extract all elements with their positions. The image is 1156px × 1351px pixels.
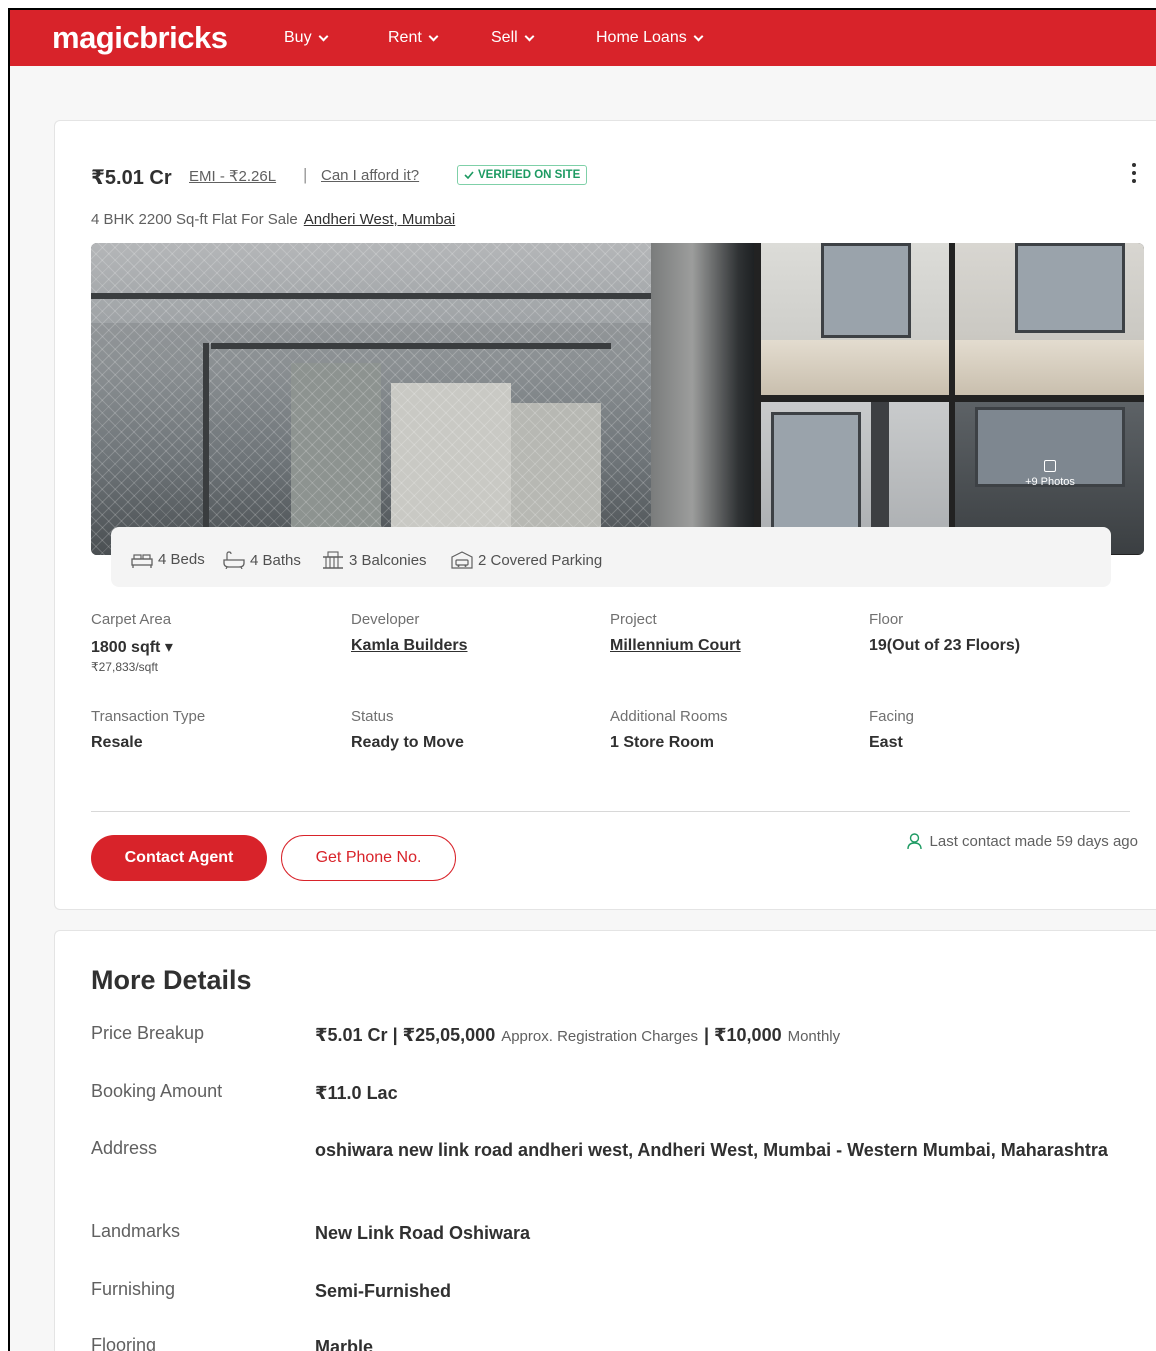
property-subtitle: 4 BHK 2200 Sq-ft Flat For Sale Andheri We… [91, 211, 456, 228]
project-link[interactable]: Millennium Court [610, 637, 741, 655]
nav-rent[interactable]: Rent [388, 29, 439, 47]
developer-label: Developer [351, 611, 420, 628]
emi-link[interactable]: EMI - ₹2.26L [189, 167, 276, 185]
more-options-icon[interactable] [1128, 163, 1140, 189]
feature-balconies: 3 Balconies [322, 551, 427, 569]
facing-label: Facing [869, 708, 915, 725]
photo-gallery: +9 Photos [91, 243, 1144, 555]
price-per-sqft: ₹27,833/sqft [91, 660, 159, 674]
divider [91, 811, 1130, 812]
photo-icon [1044, 460, 1056, 472]
features-bar: 4 Beds 4 Baths 3 Balconies 2 Covered Par… [111, 527, 1111, 587]
floor-label: Floor [869, 611, 904, 628]
nav-home-loans[interactable]: Home Loans [596, 29, 704, 47]
photo-thumbnail[interactable] [955, 243, 1144, 395]
nav-sell[interactable]: Sell [491, 29, 535, 47]
facing-value: East [869, 734, 903, 751]
carpet-area-value[interactable]: 1800 sqft ▾ [91, 637, 173, 657]
bathtub-icon [223, 551, 245, 569]
afford-link[interactable]: Can I afford it? [321, 167, 419, 184]
photo-thumbnail[interactable] [761, 243, 949, 395]
top-nav-bar: magicbricks Buy Rent Sell Home Loans [10, 10, 1156, 66]
feature-baths: 4 Baths [223, 551, 301, 569]
verified-badge: VERIFIED ON SITE [457, 165, 588, 185]
price-breakup-label: Price Breakup [91, 1023, 205, 1043]
project-label: Project [610, 611, 657, 628]
price-breakup-value: ₹5.01 Cr | ₹25,05,000 Approx. Registratio… [315, 1025, 841, 1045]
balcony-icon [323, 551, 343, 569]
location-link[interactable]: Andheri West, Mumbai [304, 211, 455, 228]
floor-value: 19(Out of 23 Floors) [869, 637, 1021, 654]
chevron-down-icon [428, 31, 439, 41]
more-details-card: More Details Price Breakup ₹5.01 Cr | ₹2… [54, 930, 1156, 1351]
car-parking-icon [451, 551, 473, 569]
photos-count: +9 Photos [1025, 476, 1075, 488]
additional-rooms-value: 1 Store Room [610, 734, 715, 751]
contact-agent-button[interactable]: Contact Agent [91, 835, 267, 881]
carpet-area-label: Carpet Area [91, 611, 172, 628]
property-card: ₹5.01 Cr EMI - ₹2.26L | Can I afford it?… [54, 120, 1156, 910]
chevron-down-icon [693, 31, 704, 41]
additional-rooms-label: Additional Rooms [610, 708, 728, 725]
status-label: Status [351, 708, 394, 725]
get-phone-button[interactable]: Get Phone No. [281, 835, 456, 881]
last-contact-info: Last contact made 59 days ago [906, 833, 1138, 850]
separator: | [303, 165, 308, 184]
feature-parking: 2 Covered Parking [451, 551, 602, 569]
feature-beds: 4 Beds [131, 551, 205, 568]
developer-link[interactable]: Kamla Builders [351, 637, 467, 655]
bed-icon [131, 553, 153, 568]
chevron-down-icon [318, 31, 329, 41]
more-details-title: More Details [91, 965, 252, 995]
site-logo[interactable]: magicbricks [52, 20, 228, 56]
transaction-type-label: Transaction Type [91, 708, 206, 725]
nav-buy[interactable]: Buy [284, 29, 329, 47]
browser-frame: magicbricks Buy Rent Sell Home Loans ₹5.… [8, 8, 1156, 1351]
user-icon [906, 833, 922, 850]
check-icon [464, 171, 474, 179]
status-value: Ready to Move [351, 734, 464, 751]
property-price: ₹5.01 Cr [91, 167, 172, 189]
main-photo[interactable] [91, 243, 754, 555]
chevron-down-icon [524, 31, 535, 41]
transaction-type-value: Resale [91, 734, 143, 751]
